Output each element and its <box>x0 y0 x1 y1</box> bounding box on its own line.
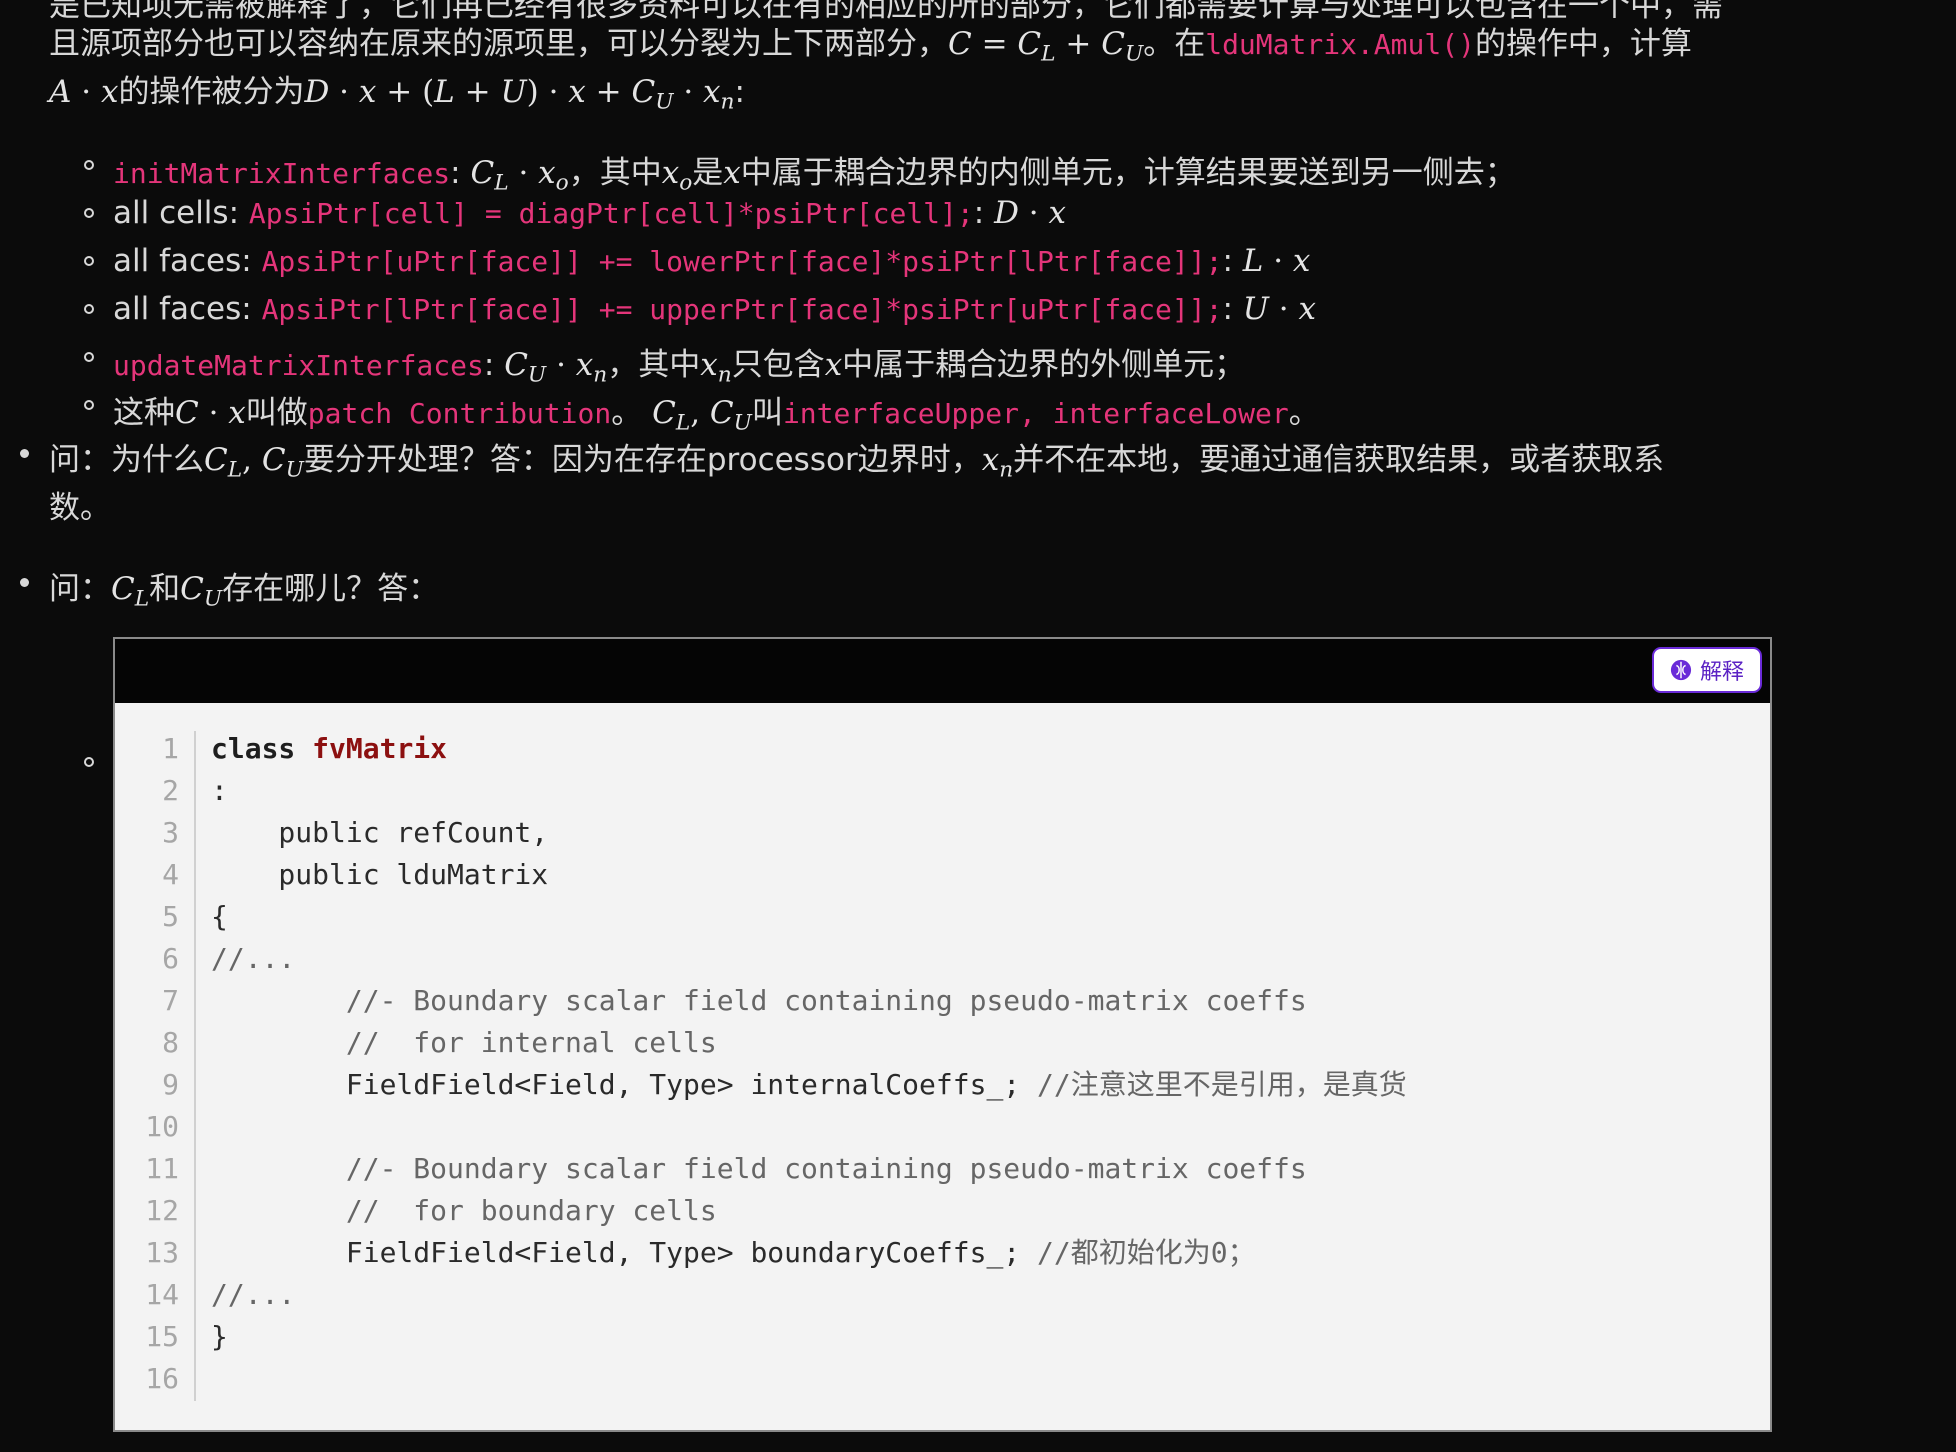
question-1-line-1: 问：为什么CL, CU要分开处理？答：因为在存在processor边界时，xn并… <box>49 442 1665 483</box>
sub-item-init-interfaces: initMatrixInterfaces: CL · xo，其中xo是x中属于耦… <box>113 155 1516 196</box>
sub-item-all-cells: all cells: ApsiPtr[cell] = diagPtr[cell]… <box>113 195 1066 231</box>
line-number: 8 <box>162 1026 179 1059</box>
code-text: // for internal cells <box>345 1026 717 1059</box>
inline-code: patch Contribution <box>307 397 612 430</box>
inline-code: ApsiPtr[lPtr[face]] += upperPtr[face]*ps… <box>261 293 1223 326</box>
list-bullet <box>84 208 94 218</box>
sub-item-faces-upper: all faces: ApsiPtr[lPtr[face]] += upperP… <box>113 291 1316 327</box>
code-text: public refCount, <box>211 816 549 849</box>
line-number: 1 <box>162 732 179 765</box>
brain-icon <box>1670 659 1692 681</box>
line-number: 15 <box>145 1320 179 1353</box>
inline-code: ApsiPtr[uPtr[face]] += lowerPtr[face]*ps… <box>261 245 1223 278</box>
line-number: 6 <box>162 942 179 975</box>
code-text: //- Boundary scalar field containing pse… <box>345 984 1307 1017</box>
inline-code: updateMatrixInterfaces <box>113 349 484 382</box>
question-1-line-2: 数。 <box>49 490 111 526</box>
list-bullet <box>84 160 94 170</box>
code-block-header: 解释 <box>115 639 1770 703</box>
code-text: // for boundary cells <box>345 1194 717 1227</box>
sub-item-faces-lower: all faces: ApsiPtr[uPtr[face]] += lowerP… <box>113 243 1311 279</box>
line-number: 4 <box>162 858 179 891</box>
line-number: 9 <box>162 1068 179 1101</box>
list-bullet <box>84 400 94 410</box>
line-number-gutter <box>194 731 196 1401</box>
list-bullet <box>84 304 94 314</box>
list-bullet <box>84 757 94 767</box>
line-number: 14 <box>145 1278 179 1311</box>
code-text: public lduMatrix <box>211 858 549 891</box>
math-c-split: C = CL + CU <box>948 26 1144 67</box>
line-number: 11 <box>145 1152 179 1185</box>
code-text: FieldField<Field, Type> internalCoeffs_;… <box>211 1068 1407 1101</box>
code-block: 解释 1 class fvMatrix 2:3 public refCount, 4 … <box>113 637 1772 1432</box>
code-text: { <box>211 900 228 933</box>
code-text: //- Boundary scalar field containing pse… <box>345 1152 1307 1185</box>
inline-code: ApsiPtr[cell] = diagPtr[cell]*psiPtr[cel… <box>248 197 974 230</box>
line-number: 2 <box>162 774 179 807</box>
sub-item-update-interfaces: updateMatrixInterfaces: CU · xn，其中xn只包含x… <box>113 347 1246 388</box>
inline-code: initMatrixInterfaces <box>113 157 451 190</box>
line-number: 10 <box>145 1110 179 1143</box>
explain-button-label: 解释 <box>1699 660 1744 685</box>
code-text: : <box>211 774 228 807</box>
line-number: 16 <box>145 1362 179 1395</box>
list-bullet <box>20 578 29 587</box>
math-a-x: A · x <box>49 74 119 110</box>
code-text: //... <box>211 942 296 975</box>
list-bullet <box>84 256 94 266</box>
code-text: class fvMatrix <box>211 732 448 765</box>
inline-code-amul: lduMatrix.Amul() <box>1205 28 1475 61</box>
question-2: 问：CL和CU存在哪儿？答： <box>49 571 440 612</box>
explain-button[interactable]: 解释 <box>1652 647 1762 693</box>
paragraph-line-3: A · x的操作被分为D · x + (L + U) · x + CU · xn… <box>49 74 745 115</box>
sub-item-patch-contribution: 这种C · x叫做patch Contribution。 CL, CU叫inte… <box>113 395 1320 436</box>
line-number: 13 <box>145 1236 179 1269</box>
paragraph-line-2: 且源项部分也可以容纳在原来的源项里，可以分裂为上下两部分，C = CL + CU… <box>49 26 1692 67</box>
code-text: FieldField<Field, Type> boundaryCoeffs_;… <box>211 1236 1256 1269</box>
code-text: //... <box>211 1278 296 1311</box>
line-number: 5 <box>162 900 179 933</box>
line-number: 12 <box>145 1194 179 1227</box>
line-number: 7 <box>162 984 179 1017</box>
inline-code: interfaceLower <box>1052 397 1289 430</box>
math-decomposition: D · x + (L + U) · x + CU · xn <box>304 74 735 115</box>
code-text: } <box>211 1320 228 1353</box>
inline-code: interfaceUpper <box>782 397 1019 430</box>
line-number: 3 <box>162 816 179 849</box>
list-bullet <box>84 352 94 362</box>
list-bullet <box>20 449 29 458</box>
